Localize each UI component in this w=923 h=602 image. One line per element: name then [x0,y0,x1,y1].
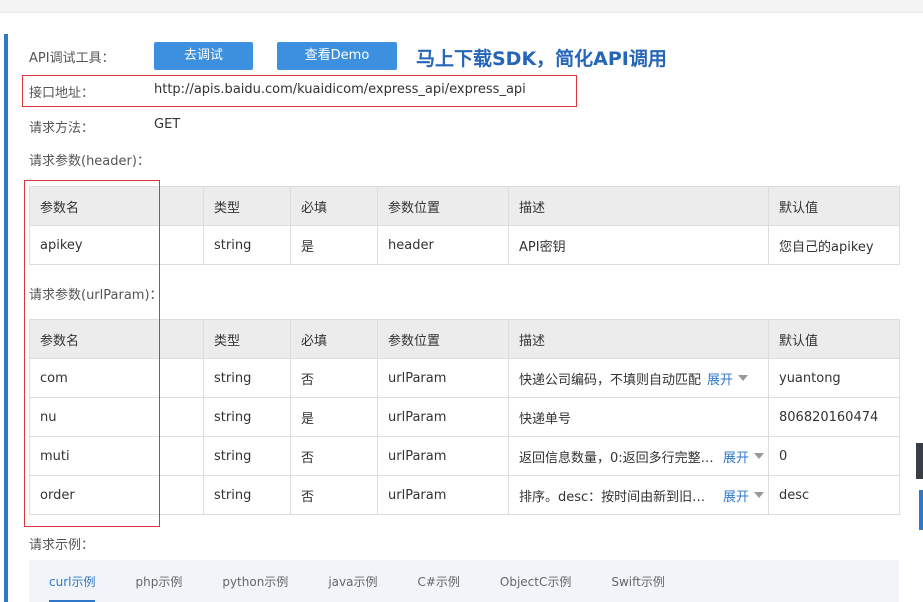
tab-java[interactable]: java示例 [328,573,377,590]
top-strip [0,0,923,13]
param-desc-cell: 排序。desc：按时间由新到旧排... 展开 [508,475,769,515]
endpoint-url: http://apis.baidu.com/kuaidicom/express_… [154,82,526,97]
view-demo-button[interactable]: 查看Demo [277,42,397,70]
chevron-down-icon [738,375,749,381]
table-row: com string 否 urlParam 快递公司编码，不填则自动匹配 展开 y… [29,358,900,398]
header-params-table: 参数名 类型 必填 参数位置 描述 默认值 apikey string 是 he… [29,186,900,265]
chevron-down-icon [754,453,765,459]
param-default: 0 [768,436,900,476]
table-row: order string 否 urlParam 排序。desc：按时间由新到旧排… [29,475,900,515]
param-name: nu [29,397,204,437]
method-label: 请求方法： [29,121,95,136]
col-type: 类型 [203,319,291,359]
expand-toggle[interactable]: 展开 [723,486,765,505]
param-desc: API密钥 [508,225,769,265]
col-required: 必填 [290,186,378,226]
tab-objectc[interactable]: ObjectC示例 [500,573,571,590]
examples-title: 请求示例： [29,538,95,553]
param-desc-cell: 快递公司编码，不填则自动匹配 展开 [508,358,769,398]
param-name: muti [29,436,204,476]
param-type: string [203,358,291,398]
param-position: urlParam [377,358,509,398]
tab-python[interactable]: python示例 [222,573,288,590]
param-required: 是 [290,397,378,437]
param-desc: 排序。desc：按时间由新到旧排... [519,489,717,505]
tab-php[interactable]: php示例 [135,573,182,590]
param-required: 否 [290,436,378,476]
param-required: 是 [290,225,378,265]
table-header-row: 参数名 类型 必填 参数位置 描述 默认值 [29,186,900,226]
param-desc: 快递公司编码，不填则自动匹配 [519,372,702,388]
param-desc: 返回信息数量，0:返回多行完整的... [519,450,717,466]
example-tabs: curl示例 php示例 python示例 java示例 C#示例 Object… [29,560,899,602]
url-params-title: 请求参数(urlParam)： [29,288,163,303]
col-type: 类型 [203,186,291,226]
param-default: yuantong [768,358,900,398]
endpoint-label: 接口地址： [29,86,95,101]
param-type: string [203,225,291,265]
url-params-table: 参数名 类型 必填 参数位置 描述 默认值 com string 否 urlPa… [29,319,900,515]
param-position: urlParam [377,397,509,437]
param-desc: 快递单号 [508,397,769,437]
tab-swift[interactable]: Swift示例 [611,573,665,590]
col-param-name: 参数名 [29,186,204,226]
param-desc-cell: 返回信息数量，0:返回多行完整的... 展开 [508,436,769,476]
col-description: 描述 [508,186,769,226]
table-row: muti string 否 urlParam 返回信息数量，0:返回多行完整的.… [29,436,900,476]
table-row: apikey string 是 header API密钥 您自己的apikey [29,225,900,265]
param-position: urlParam [377,475,509,515]
col-default: 默认值 [768,186,900,226]
expand-label: 展开 [723,489,750,505]
left-accent-bar [4,34,8,602]
param-position: header [377,225,509,265]
col-description: 描述 [508,319,769,359]
param-type: string [203,397,291,437]
side-scroll-marker[interactable] [916,443,923,479]
col-default: 默认值 [768,319,900,359]
col-position: 参数位置 [377,319,509,359]
table-header-row: 参数名 类型 必填 参数位置 描述 默认值 [29,319,900,359]
method-value: GET [154,117,181,132]
sdk-promo-link[interactable]: 马上下载SDK，简化API调用 [416,44,667,71]
tab-csharp[interactable]: C#示例 [417,573,459,590]
header-params-title: 请求参数(header)： [29,154,150,169]
param-default-link[interactable]: 您自己的apikey [768,225,900,265]
param-default: 806820160474 [768,397,900,437]
col-param-name: 参数名 [29,319,204,359]
param-name: apikey [29,225,204,265]
expand-toggle[interactable]: 展开 [723,447,765,466]
chevron-down-icon [754,492,765,498]
expand-label: 展开 [723,450,750,466]
param-type: string [203,436,291,476]
param-type: string [203,475,291,515]
expand-label: 展开 [707,372,734,388]
debug-tool-label: API调试工具： [29,51,115,66]
param-default: desc [768,475,900,515]
param-required: 否 [290,358,378,398]
expand-toggle[interactable]: 展开 [707,369,749,388]
param-position: urlParam [377,436,509,476]
side-accent-marker [919,490,923,530]
table-row: nu string 是 urlParam 快递单号 806820160474 [29,397,900,437]
col-required: 必填 [290,319,378,359]
tab-curl[interactable]: curl示例 [49,573,96,602]
param-name: order [29,475,204,515]
debug-button[interactable]: 去调试 [154,42,253,70]
param-required: 否 [290,475,378,515]
param-name: com [29,358,204,398]
col-position: 参数位置 [377,186,509,226]
